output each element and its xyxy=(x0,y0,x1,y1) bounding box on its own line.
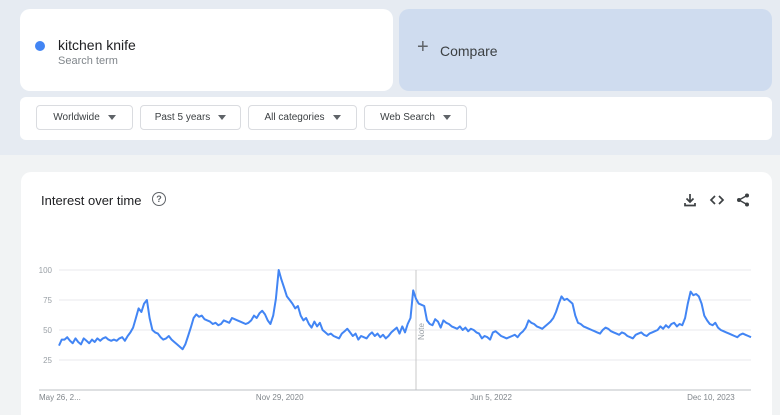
filter-category[interactable]: All categories xyxy=(248,105,357,130)
y-tick-label: 75 xyxy=(43,296,52,305)
filter-search-type[interactable]: Web Search xyxy=(364,105,467,130)
note-label[interactable]: Note xyxy=(417,323,426,340)
filter-bar: Worldwide Past 5 years All categories We… xyxy=(20,97,772,140)
series-color-dot xyxy=(35,41,45,51)
chevron-down-icon xyxy=(332,115,341,120)
chevron-down-icon xyxy=(107,115,116,120)
y-tick-label: 25 xyxy=(43,356,52,365)
interest-over-time-card: Interest over time ? 100 75 50 25 Note May … xyxy=(21,172,772,415)
filter-category-label: All categories xyxy=(264,112,325,123)
x-tick-label: Dec 10, 2023 xyxy=(687,393,735,402)
filter-region[interactable]: Worldwide xyxy=(36,105,133,130)
x-tick-label: Nov 29, 2020 xyxy=(256,393,304,402)
y-tick-label: 50 xyxy=(43,326,52,335)
x-tick-label: May 26, 2... xyxy=(39,393,81,402)
y-tick-label: 100 xyxy=(39,266,53,275)
filter-time-range-label: Past 5 years xyxy=(154,112,211,123)
search-term-name[interactable]: kitchen knife xyxy=(58,37,136,53)
chevron-down-icon xyxy=(442,115,451,120)
filter-time-range[interactable]: Past 5 years xyxy=(140,105,241,130)
search-term-card[interactable]: kitchen knife Search term xyxy=(20,9,393,91)
filter-search-type-label: Web Search xyxy=(380,112,435,123)
series-line-kitchen-knife xyxy=(58,269,752,351)
plus-icon: + xyxy=(417,36,429,58)
interest-line-chart: 100 75 50 25 Note May 26, 2... Nov 29, 2020 J… xyxy=(39,266,752,402)
chevron-down-icon xyxy=(218,115,227,120)
compare-button[interactable]: + Compare xyxy=(399,9,772,91)
compare-label: Compare xyxy=(440,43,498,59)
search-term-subtitle: Search term xyxy=(58,55,118,67)
filter-region-label: Worldwide xyxy=(53,112,100,123)
x-tick-label: Jun 5, 2022 xyxy=(470,393,512,402)
